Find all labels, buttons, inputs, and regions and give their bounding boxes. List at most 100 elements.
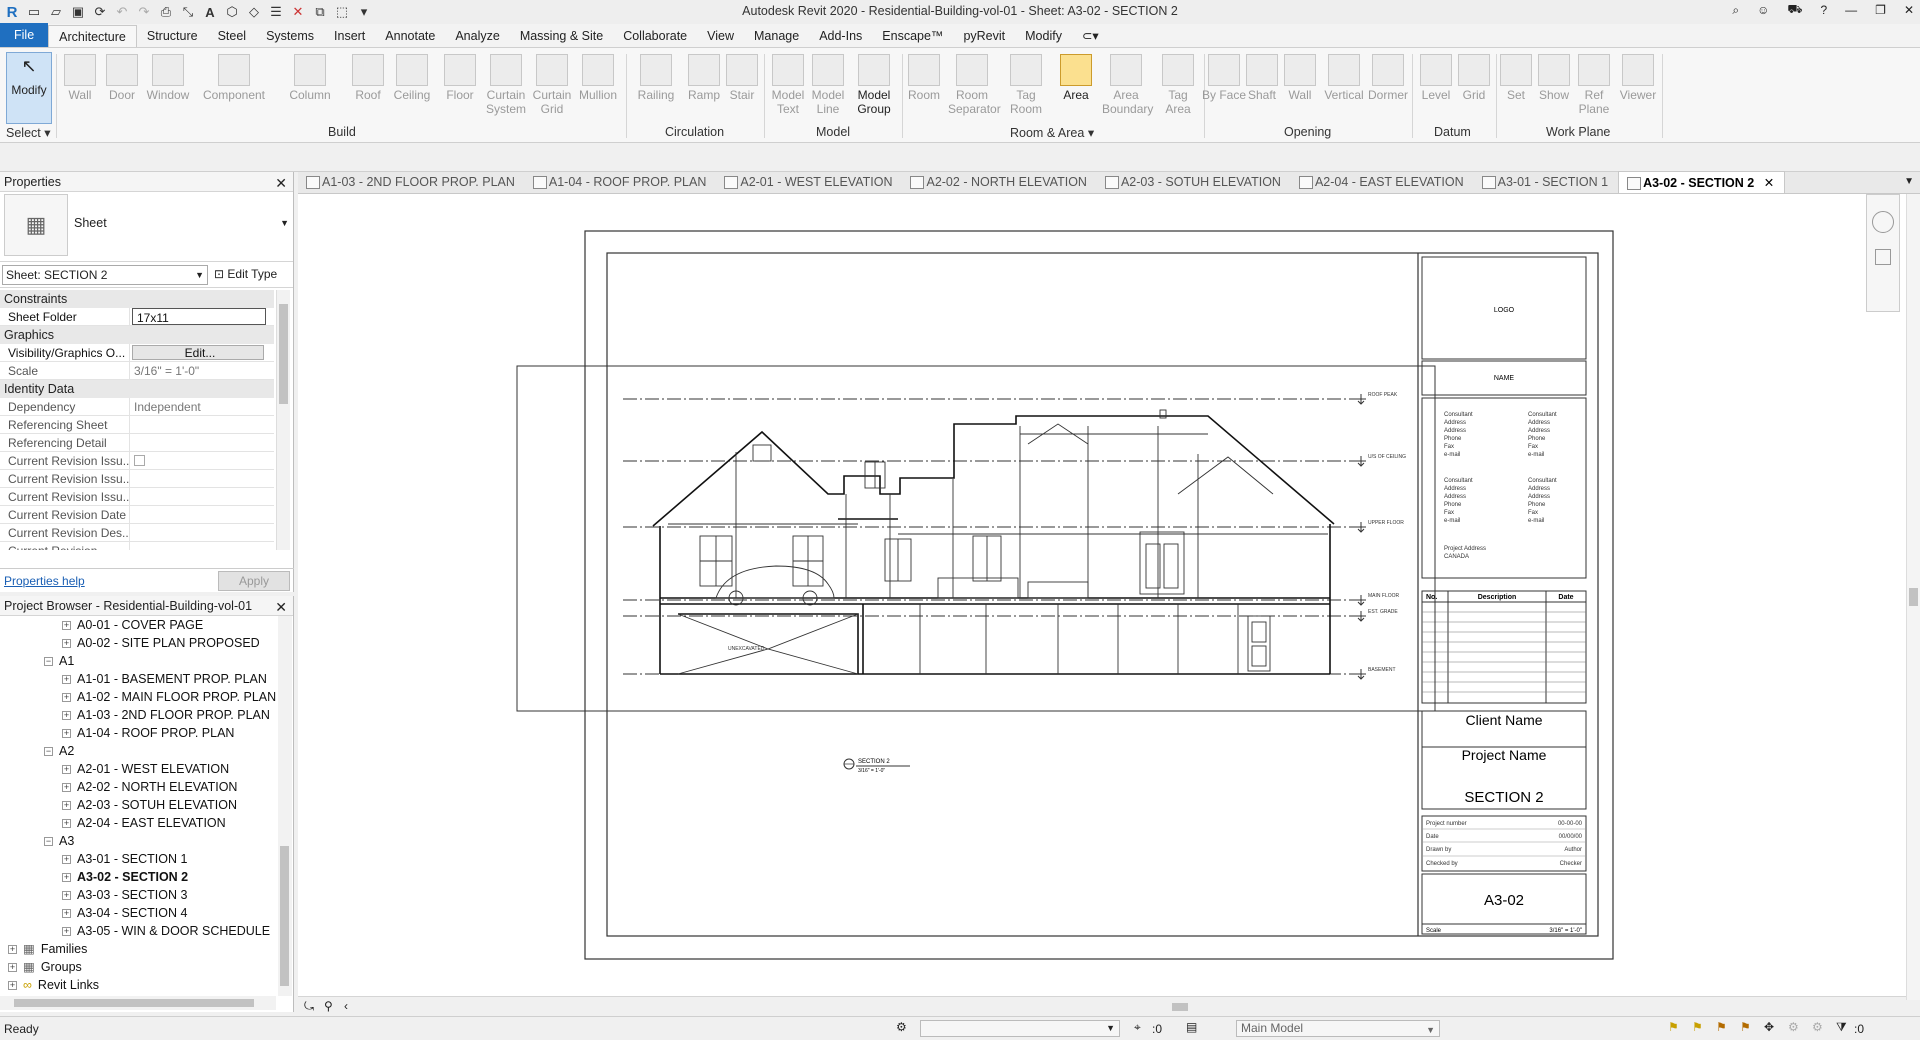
sheet-folder-row[interactable]: Sheet Folder 17x11 — [0, 308, 274, 326]
expand-icon[interactable]: + — [62, 621, 71, 631]
tab-massing-site[interactable]: Massing & Site — [510, 25, 613, 47]
browser-item[interactable]: + ▦ Groups — [8, 958, 82, 976]
select-pinned-icon[interactable]: ⚑ — [1716, 1020, 1727, 1034]
close-hidden-icon[interactable]: ✕ — [290, 4, 306, 20]
vertical-button[interactable]: Vertical — [1320, 54, 1368, 102]
design-option-selector[interactable]: Main Model ▼ — [1236, 1020, 1440, 1037]
section-icon[interactable]: ◇ — [246, 4, 262, 20]
tab-file[interactable]: File — [0, 23, 49, 47]
edit-visibility-button[interactable]: Edit... — [132, 345, 264, 360]
3d-view-icon[interactable]: ⬡ — [224, 4, 240, 20]
revit-logo-icon[interactable]: R — [4, 4, 20, 21]
tab-modify[interactable]: Modify — [1015, 25, 1072, 47]
binoculars-icon[interactable]: ⌕ — [1732, 3, 1739, 18]
browser-item[interactable]: + A0-01 - COVER PAGE — [62, 616, 203, 634]
drag-elements-icon[interactable]: ✥ — [1764, 1020, 1774, 1034]
identity-data-section[interactable]: Identity Data — [0, 380, 274, 398]
undo-icon[interactable]: ↶ — [114, 4, 130, 20]
save-icon[interactable]: ▣ — [70, 4, 86, 20]
close-tab-icon[interactable]: ✕ — [1764, 176, 1774, 190]
open-icon[interactable]: ▭ — [26, 4, 42, 20]
browser-item[interactable]: + A1-01 - BASEMENT PROP. PLAN — [62, 670, 267, 688]
help-icon[interactable]: ? — [1820, 3, 1827, 17]
expand-icon[interactable]: + — [62, 819, 71, 829]
collapse-icon[interactable]: − — [44, 747, 53, 757]
close-icon[interactable]: ✕ — [1904, 3, 1914, 17]
sync-icon[interactable]: ⟳ — [92, 4, 108, 20]
expand-icon[interactable]: + — [62, 729, 71, 739]
restore-icon[interactable]: ❐ — [1875, 3, 1886, 17]
switch-windows-icon[interactable]: ⧉ — [312, 4, 328, 20]
expand-icon[interactable]: + — [62, 765, 71, 775]
railing-button[interactable]: Railing — [634, 54, 678, 102]
expand-icon[interactable]: + — [62, 927, 71, 937]
browser-item[interactable]: − A2 — [44, 742, 74, 760]
roof-button[interactable]: Roof — [346, 54, 390, 102]
browser-item[interactable]: − A1 — [44, 652, 74, 670]
redo-icon[interactable]: ↷ — [136, 4, 152, 20]
doc-tab-a2-03[interactable]: A2-03 - SOTUH ELEVATION — [1097, 171, 1291, 193]
browser-item[interactable]: + A1-04 - ROOF PROP. PLAN — [62, 724, 234, 742]
modify-button[interactable]: ↖ Modify — [6, 52, 52, 124]
steering-wheel-icon[interactable] — [1872, 211, 1894, 233]
mullion-button[interactable]: Mullion — [576, 54, 620, 102]
worksets-icon[interactable]: ⚙ — [896, 1020, 907, 1034]
browser-item[interactable]: + A2-04 - EAST ELEVATION — [62, 814, 226, 832]
select-panel-label[interactable]: Select ▾ — [6, 125, 51, 140]
cart-icon[interactable]: ⛟ — [1787, 2, 1802, 18]
select-icon[interactable]: ⬚ — [334, 4, 350, 20]
stair-button[interactable]: Stair — [720, 54, 764, 102]
wall-button[interactable]: Wall — [58, 54, 102, 102]
model-text-button[interactable]: Model Text — [766, 54, 810, 116]
door-button[interactable]: Door — [100, 54, 144, 102]
ceiling-button[interactable]: Ceiling — [390, 54, 434, 102]
expand-icon[interactable]: + — [8, 981, 17, 991]
tab-add-ins[interactable]: Add-Ins — [809, 25, 872, 47]
column-button[interactable]: Column — [288, 54, 332, 102]
grid-button[interactable]: Grid — [1452, 54, 1496, 102]
instance-selector[interactable]: Sheet: SECTION 2 ▼ — [2, 265, 208, 285]
browser-item[interactable]: + A1-03 - 2ND FLOOR PROP. PLAN — [62, 706, 270, 724]
close-icon[interactable]: ✕ — [275, 597, 287, 617]
tab-architecture[interactable]: Architecture — [48, 25, 137, 47]
model-line-button[interactable]: Model Line — [806, 54, 850, 116]
browser-item[interactable]: + A2-03 - SOTUH ELEVATION — [62, 796, 237, 814]
tab-annotate[interactable]: Annotate — [375, 25, 445, 47]
reveal-icon[interactable]: ⚲ — [324, 999, 333, 1013]
doc-tab-a1-03[interactable]: A1-03 - 2ND FLOOR PROP. PLAN — [298, 171, 525, 193]
user-icon[interactable]: ☺ — [1757, 3, 1769, 17]
collapse-icon[interactable]: − — [44, 657, 53, 667]
press-drag-icon[interactable]: ⚙ — [1812, 1020, 1823, 1034]
tab-steel[interactable]: Steel — [208, 25, 257, 47]
browser-item[interactable]: + A3-02 - SECTION 2 — [62, 868, 188, 886]
component-button[interactable]: Component — [200, 54, 268, 102]
doc-tab-a1-04[interactable]: A1-04 - ROOF PROP. PLAN — [525, 171, 716, 193]
dormer-button[interactable]: Dormer — [1364, 54, 1412, 102]
tab-pyrevit[interactable]: pyRevit — [953, 25, 1015, 47]
expand-icon[interactable]: + — [62, 891, 71, 901]
expand-icon[interactable]: + — [62, 801, 71, 811]
expand-icon[interactable]: + — [62, 675, 71, 685]
view-scale-icon[interactable]: ⤿ — [304, 999, 314, 1014]
tag-room-button[interactable]: Tag Room — [1004, 54, 1048, 116]
open-folder-icon[interactable]: ▱ — [48, 4, 64, 20]
select-links-icon[interactable]: ⚑ — [1668, 1020, 1679, 1034]
edit-type-button[interactable]: ⊡ Edit Type — [214, 267, 277, 281]
area-button[interactable]: Area — [1054, 54, 1098, 102]
tab-systems[interactable]: Systems — [256, 25, 324, 47]
tab-enscape[interactable]: Enscape™ — [872, 25, 953, 47]
expand-icon[interactable]: + — [8, 963, 17, 973]
select-by-face-icon[interactable]: ⚑ — [1740, 1020, 1751, 1034]
room-area-panel-label[interactable]: Room & Area ▾ — [1010, 125, 1094, 140]
constraints-section[interactable]: Constraints — [0, 290, 274, 308]
expand-icon[interactable]: + — [62, 693, 71, 703]
tabs-dropdown-icon[interactable]: ▼ — [1904, 176, 1914, 187]
apply-button[interactable]: Apply — [218, 571, 290, 591]
doc-tab-a3-01[interactable]: A3-01 - SECTION 1 — [1474, 171, 1618, 193]
model-group-button[interactable]: Model Group — [852, 54, 896, 116]
qat-dropdown-icon[interactable]: ▾ — [356, 4, 372, 20]
doc-tab-a2-04[interactable]: A2-04 - EAST ELEVATION — [1291, 171, 1474, 193]
collapse-icon[interactable]: − — [44, 837, 53, 847]
browser-item[interactable]: + A3-05 - WIN & DOOR SCHEDULE — [62, 922, 270, 940]
doc-tab-a3-02[interactable]: A3-02 - SECTION 2 ✕ — [1618, 171, 1786, 193]
